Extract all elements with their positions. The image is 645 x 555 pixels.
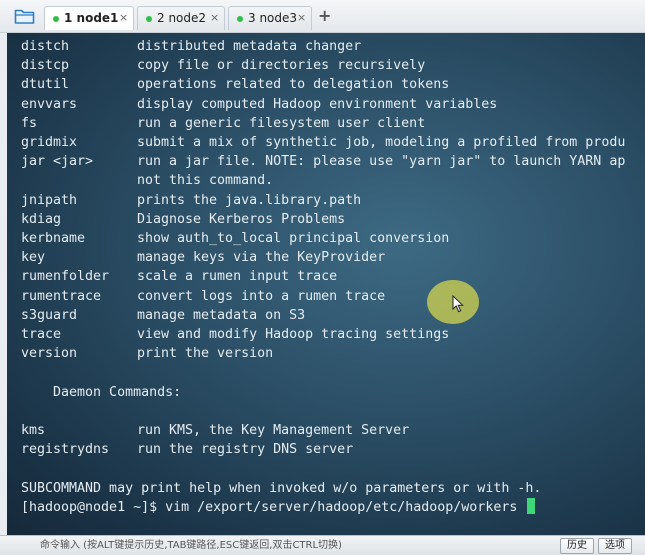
tab-label: 2 node2	[157, 11, 207, 25]
command-input-hint: 命令输入 (按ALT键提示历史,TAB键路径,ESC键返回,双击CTRL切换)	[40, 540, 342, 551]
command-description: manage metadata on S3	[137, 307, 306, 323]
command-name: rumentrace	[21, 288, 102, 304]
close-icon[interactable]: ×	[119, 11, 128, 25]
shell-prompt-line: [hadoop@node1 ~]$ vim /export/server/had…	[21, 497, 536, 517]
command-description: manage keys via the KeyProvider	[137, 250, 386, 266]
command-description: convert logs into a rumen trace	[137, 288, 386, 304]
command-description: show auth_to_local principal conversion	[137, 231, 450, 246]
text-cursor	[527, 497, 536, 514]
command-name: dtutil	[21, 77, 70, 93]
command-name: distcp	[21, 58, 70, 74]
history-button[interactable]: 历史	[560, 538, 594, 554]
command-description: Diagnose Kerberos Problems	[137, 211, 346, 227]
command-name: version	[21, 346, 78, 362]
command-name: trace	[21, 327, 62, 342]
command-name: fs	[21, 115, 38, 131]
command-description: operations related to delegation tokens	[137, 77, 450, 93]
terminal-output[interactable]: distch distributed metadata changer distcp…	[7, 33, 645, 535]
command-input-bar[interactable]: 命令输入 (按ALT键提示历史,TAB键路径,ESC键返回,双击CTRL切换) …	[0, 535, 645, 555]
command-description: prints the java.library.path	[137, 192, 362, 208]
command-row: rumentrace convert logs into a rumen trac…	[21, 287, 385, 306]
command-description: copy file or directories recursively	[137, 58, 426, 74]
command-name: kdiag	[21, 211, 62, 227]
folder-icon[interactable]	[14, 7, 36, 25]
command-row: kdiag Diagnose Kerberos Problems	[21, 210, 345, 229]
command-description: not this command.	[137, 173, 274, 189]
mouse-pointer-icon	[452, 295, 464, 313]
tab-label: 3 node3	[248, 11, 298, 25]
command-description: print the version	[137, 346, 274, 362]
command-row: key manage keys via the KeyProvider	[21, 248, 385, 267]
command-row: rumenfolder scale a rumen input trace	[21, 267, 337, 286]
add-tab-button[interactable]: +	[318, 6, 331, 26]
command-row: distch distributed metadata changer	[21, 37, 361, 56]
command-description: run a jar file. NOTE: please use "yarn j…	[137, 154, 626, 170]
command-row: jnipath prints the java.library.path	[21, 191, 361, 210]
tab-node1[interactable]: 1 node1 ×	[44, 6, 134, 30]
command-description: view and modify Hadoop tracing settings	[137, 327, 450, 342]
command-row: trace view and modify Hadoop tracing sett…	[21, 325, 449, 344]
command-description: run a generic filesystem user client	[137, 115, 426, 131]
command-description: distributed metadata changer	[137, 39, 362, 54]
close-icon[interactable]: ×	[297, 11, 306, 25]
tab-bar: 1 node1 × 2 node2 × 3 node3 × +	[0, 0, 645, 33]
daemon-command-row: registrydns run the registry DNS server	[21, 440, 353, 459]
command-row: not this command.	[21, 171, 273, 190]
command-row: s3guard manage metadata on S3	[21, 306, 305, 325]
command-row: fs run a generic filesystem user client	[21, 114, 425, 133]
command-description: run KMS, the Key Management Server	[137, 423, 410, 438]
command-name: registrydns	[21, 442, 110, 458]
command-name: jnipath	[21, 192, 78, 208]
command-name: envvars	[21, 96, 78, 112]
command-name: jar <jar>	[21, 154, 94, 170]
command-row: kerbname show auth_to_local principal con…	[21, 229, 449, 248]
tab-node3[interactable]: 3 node3 ×	[228, 6, 312, 30]
terminal-app-window: 1 node1 × 2 node2 × 3 node3 × + distch di…	[0, 0, 645, 555]
tab-node2[interactable]: 2 node2 ×	[137, 6, 225, 30]
command-description: scale a rumen input trace	[137, 269, 338, 285]
command-row: dtutil operations related to delegation t…	[21, 75, 449, 94]
connected-status-icon	[146, 16, 152, 22]
connected-status-icon	[53, 16, 59, 22]
tab-label: 1 node1	[64, 11, 119, 25]
command-name: rumenfolder	[21, 269, 110, 285]
command-name: key	[21, 250, 46, 266]
command-description: display computed Hadoop environment vari…	[137, 96, 498, 112]
command-row: gridmix submit a mix of synthetic job, mo…	[21, 133, 625, 152]
command-description: submit a mix of synthetic job, modeling …	[137, 135, 626, 150]
command-row: version print the version	[21, 344, 273, 363]
daemon-command-row: kms run KMS, the Key Management Server	[21, 421, 409, 440]
command-description: run the registry DNS server	[137, 442, 354, 458]
connected-status-icon	[237, 16, 243, 22]
command-name: s3guard	[21, 307, 78, 323]
command-row: envvars display computed Hadoop environme…	[21, 95, 497, 114]
subcommand-note: SUBCOMMAND may print help when invoked w…	[21, 480, 542, 496]
daemon-commands-heading: Daemon Commands:	[21, 384, 182, 400]
close-icon[interactable]: ×	[210, 11, 219, 25]
command-row: jar <jar> run a jar file. NOTE: please us…	[21, 152, 625, 171]
command-row: distcp copy file or directories recursive…	[21, 56, 425, 75]
command-name: kms	[21, 423, 46, 438]
shell-prompt: [hadoop@node1 ~]$ vim /export/server/had…	[21, 499, 526, 515]
command-name: kerbname	[21, 231, 86, 246]
command-name: gridmix	[21, 135, 78, 150]
options-button[interactable]: 选项	[598, 538, 632, 554]
command-name: distch	[21, 39, 70, 54]
